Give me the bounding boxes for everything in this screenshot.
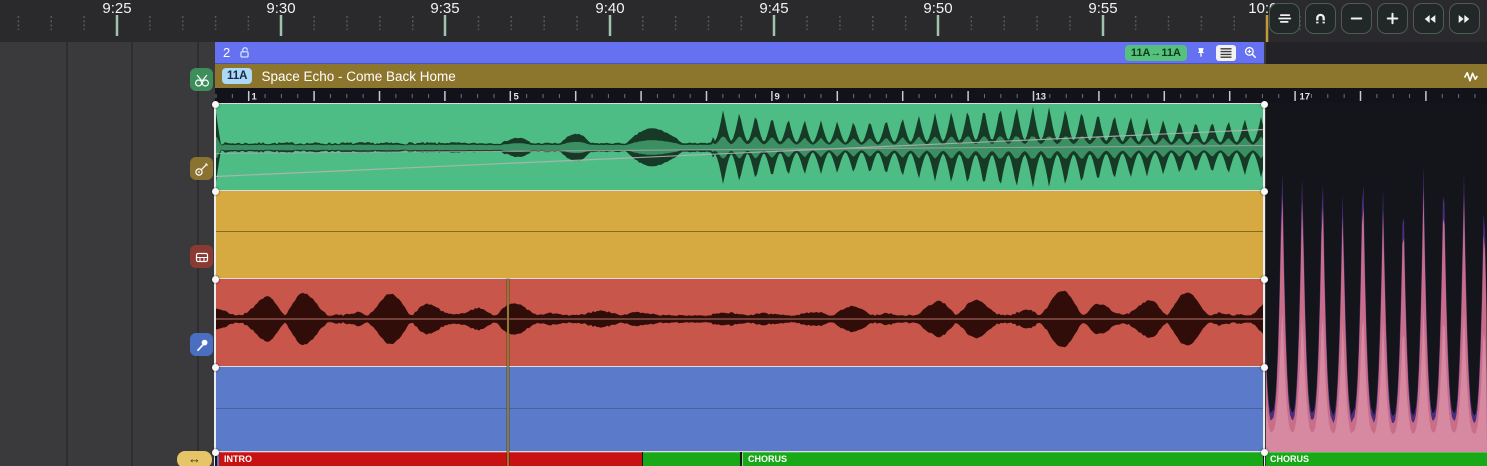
- clip-edge[interactable]: [1263, 104, 1265, 466]
- time-ruler[interactable]: 9:259:309:359:409:459:509:5510:00: [0, 0, 1487, 42]
- section-segment-intro[interactable]: INTRO: [218, 452, 642, 466]
- section-bar: INTRO CHORUS: [215, 452, 1264, 466]
- time-label: 9:25: [102, 0, 131, 17]
- timeline-toolbar: [1269, 3, 1480, 34]
- grid-line: [66, 42, 68, 466]
- section-label: INTRO: [219, 453, 642, 466]
- track-title: Space Echo - Come Back Home: [261, 69, 455, 84]
- resize-handle-dot[interactable]: [212, 276, 219, 283]
- time-label: 9:50: [923, 0, 952, 17]
- grid-strip: [1266, 42, 1487, 64]
- time-label: 9:55: [1088, 0, 1117, 17]
- snap-magnet-button[interactable]: [1305, 3, 1336, 34]
- time-label: 9:45: [759, 0, 788, 17]
- zoom-out-button[interactable]: [1341, 3, 1372, 34]
- grid-line: [131, 42, 133, 466]
- pin-icon[interactable]: [1194, 45, 1208, 60]
- lane-centerline: [215, 231, 1264, 232]
- time-label: 9:30: [266, 0, 295, 17]
- mic-stem-button[interactable]: [190, 333, 213, 356]
- magnify-zoom-icon[interactable]: [1243, 45, 1258, 60]
- svg-text:5: 5: [514, 92, 520, 103]
- dj-timeline-view: 9:259:309:359:409:459:509:5510:00: [0, 0, 1487, 466]
- svg-text:1: 1: [252, 92, 258, 103]
- guitar-icon: [194, 161, 210, 177]
- piano-stem-button[interactable]: [190, 245, 213, 268]
- lane-drums[interactable]: [215, 104, 1264, 191]
- lane-separator: [215, 103, 1264, 105]
- key-transition-badge: 11A→11A: [1125, 45, 1187, 61]
- plus-icon: [1384, 10, 1401, 27]
- lane-piano[interactable]: [215, 279, 1264, 367]
- zoom-in-button[interactable]: [1377, 3, 1408, 34]
- fast-forward-icon: [1456, 10, 1474, 28]
- mic-icon: [194, 337, 210, 353]
- queue-lines-icon: [1276, 10, 1293, 27]
- clip-edge[interactable]: [214, 104, 216, 466]
- lane-separator: [215, 366, 1264, 368]
- clip-resize-handle[interactable]: ↔: [177, 451, 212, 466]
- unlock-icon[interactable]: [237, 45, 252, 60]
- resize-handle-dot[interactable]: [1261, 364, 1268, 371]
- minus-icon: [1348, 10, 1365, 27]
- section-segment-chorus[interactable]: CHORUS: [742, 452, 1263, 466]
- resize-handle-dot[interactable]: [1261, 101, 1268, 108]
- drums-icon: [194, 72, 210, 88]
- drums-stem-button[interactable]: [190, 68, 213, 91]
- resize-handle-dot[interactable]: [212, 188, 219, 195]
- track-list-button[interactable]: [1216, 45, 1236, 61]
- lane-vocals[interactable]: [215, 367, 1264, 452]
- deck-header[interactable]: 2 11A→11A: [215, 42, 1264, 64]
- rewind-icon: [1420, 10, 1438, 28]
- beat-ruler[interactable]: 1 5 9 13 17: [215, 88, 1487, 103]
- guitar-stem-button[interactable]: [190, 157, 213, 180]
- time-label: 9:40: [595, 0, 624, 17]
- deck-number: 2: [223, 45, 230, 60]
- svg-text:13: 13: [1036, 92, 1047, 103]
- resize-handle-dot[interactable]: [1261, 276, 1268, 283]
- section-label: CHORUS: [743, 453, 1263, 466]
- track-title-bar[interactable]: 11A Space Echo - Come Back Home: [215, 64, 1487, 88]
- skip-back-button[interactable]: [1413, 3, 1444, 34]
- resize-handle-dot[interactable]: [212, 364, 219, 371]
- time-label: 9:35: [430, 0, 459, 17]
- lane-instruments[interactable]: [215, 191, 1264, 279]
- svg-text:9: 9: [775, 92, 780, 103]
- list-icon: [1219, 47, 1233, 59]
- resize-handle-dot[interactable]: [1261, 449, 1268, 456]
- track-overview-waveform[interactable]: [1266, 103, 1487, 452]
- lane-separator: [215, 278, 1264, 280]
- resize-handle-dot[interactable]: [212, 101, 219, 108]
- waveform-icon[interactable]: [1463, 69, 1479, 84]
- magnet-icon: [1312, 10, 1329, 27]
- resize-handle-dot[interactable]: [1261, 188, 1268, 195]
- skip-forward-button[interactable]: [1449, 3, 1480, 34]
- section-segment[interactable]: [643, 452, 740, 466]
- lane-separator: [215, 190, 1264, 192]
- section-label: CHORUS: [1266, 453, 1487, 466]
- cue-marker-line: [507, 279, 509, 466]
- svg-text:17: 17: [1300, 92, 1311, 103]
- resize-handle-dot[interactable]: [212, 449, 219, 456]
- piano-icon: [194, 249, 210, 265]
- queue-lines-button[interactable]: [1269, 3, 1300, 34]
- left-gutter: ↔: [0, 42, 215, 466]
- track-key-badge: 11A: [222, 68, 252, 84]
- lane-centerline: [215, 408, 1264, 409]
- overview-section-chorus[interactable]: CHORUS: [1266, 452, 1487, 466]
